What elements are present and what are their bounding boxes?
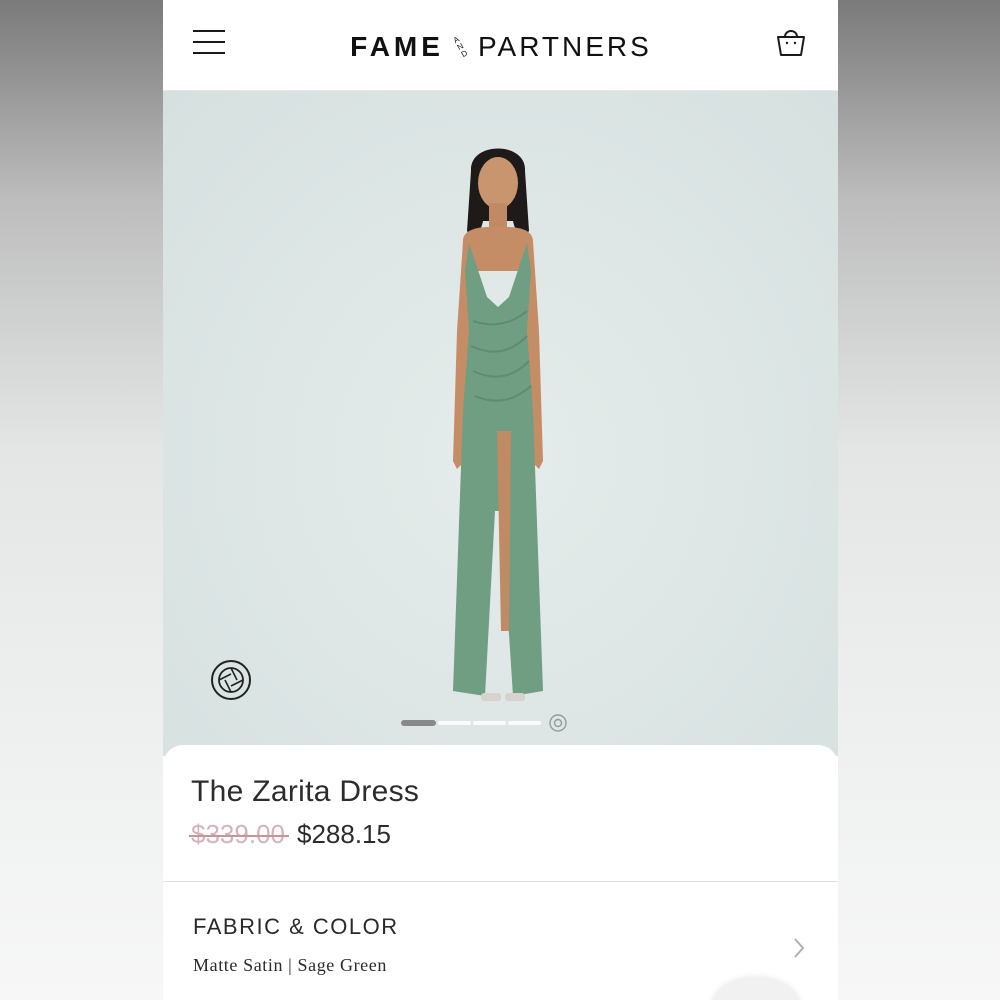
pagination-dot[interactable] xyxy=(438,721,471,725)
brand-logo[interactable]: FAME A N D PARTNERS xyxy=(331,30,671,64)
pagination-dot[interactable] xyxy=(473,721,506,725)
camera-aperture-icon[interactable] xyxy=(210,659,252,701)
product-page: FAME A N D PARTNERS The Zarita Dress $33… xyxy=(163,0,838,1000)
logo-word-fame: FAME xyxy=(350,31,444,62)
pagination-dot[interactable] xyxy=(508,721,541,725)
original-price: $339.00 xyxy=(189,819,289,849)
menu-line xyxy=(193,41,225,43)
fabric-color-heading: FABRIC & COLOR xyxy=(193,914,399,939)
site-header: FAME A N D PARTNERS xyxy=(163,0,838,91)
menu-line xyxy=(193,52,225,54)
gallery-pagination xyxy=(401,714,567,732)
product-title: The Zarita Dress xyxy=(191,775,420,808)
product-image-gallery[interactable] xyxy=(163,91,838,756)
logo-and-letter: D xyxy=(459,47,470,60)
price-row: $339.00 $288.15 xyxy=(189,819,391,850)
right-background xyxy=(838,0,1000,1000)
product-info-card: The Zarita Dress $339.00 $288.15 FABRIC … xyxy=(163,745,838,1000)
menu-line xyxy=(193,30,225,32)
logo-and: A N D xyxy=(449,33,473,61)
hamburger-menu-icon[interactable] xyxy=(191,28,227,56)
logo-word-partners: PARTNERS xyxy=(477,31,652,62)
view-360-dot-icon[interactable] xyxy=(549,714,567,732)
shopping-bag-icon[interactable] xyxy=(773,24,809,60)
pagination-dot-active[interactable] xyxy=(401,720,436,726)
chevron-right-icon xyxy=(791,936,807,960)
sale-price: $288.15 xyxy=(296,819,391,849)
fabric-color-value: Matte Satin | Sage Green xyxy=(193,955,387,975)
product-photo-model xyxy=(453,148,543,701)
left-background xyxy=(0,0,163,1000)
